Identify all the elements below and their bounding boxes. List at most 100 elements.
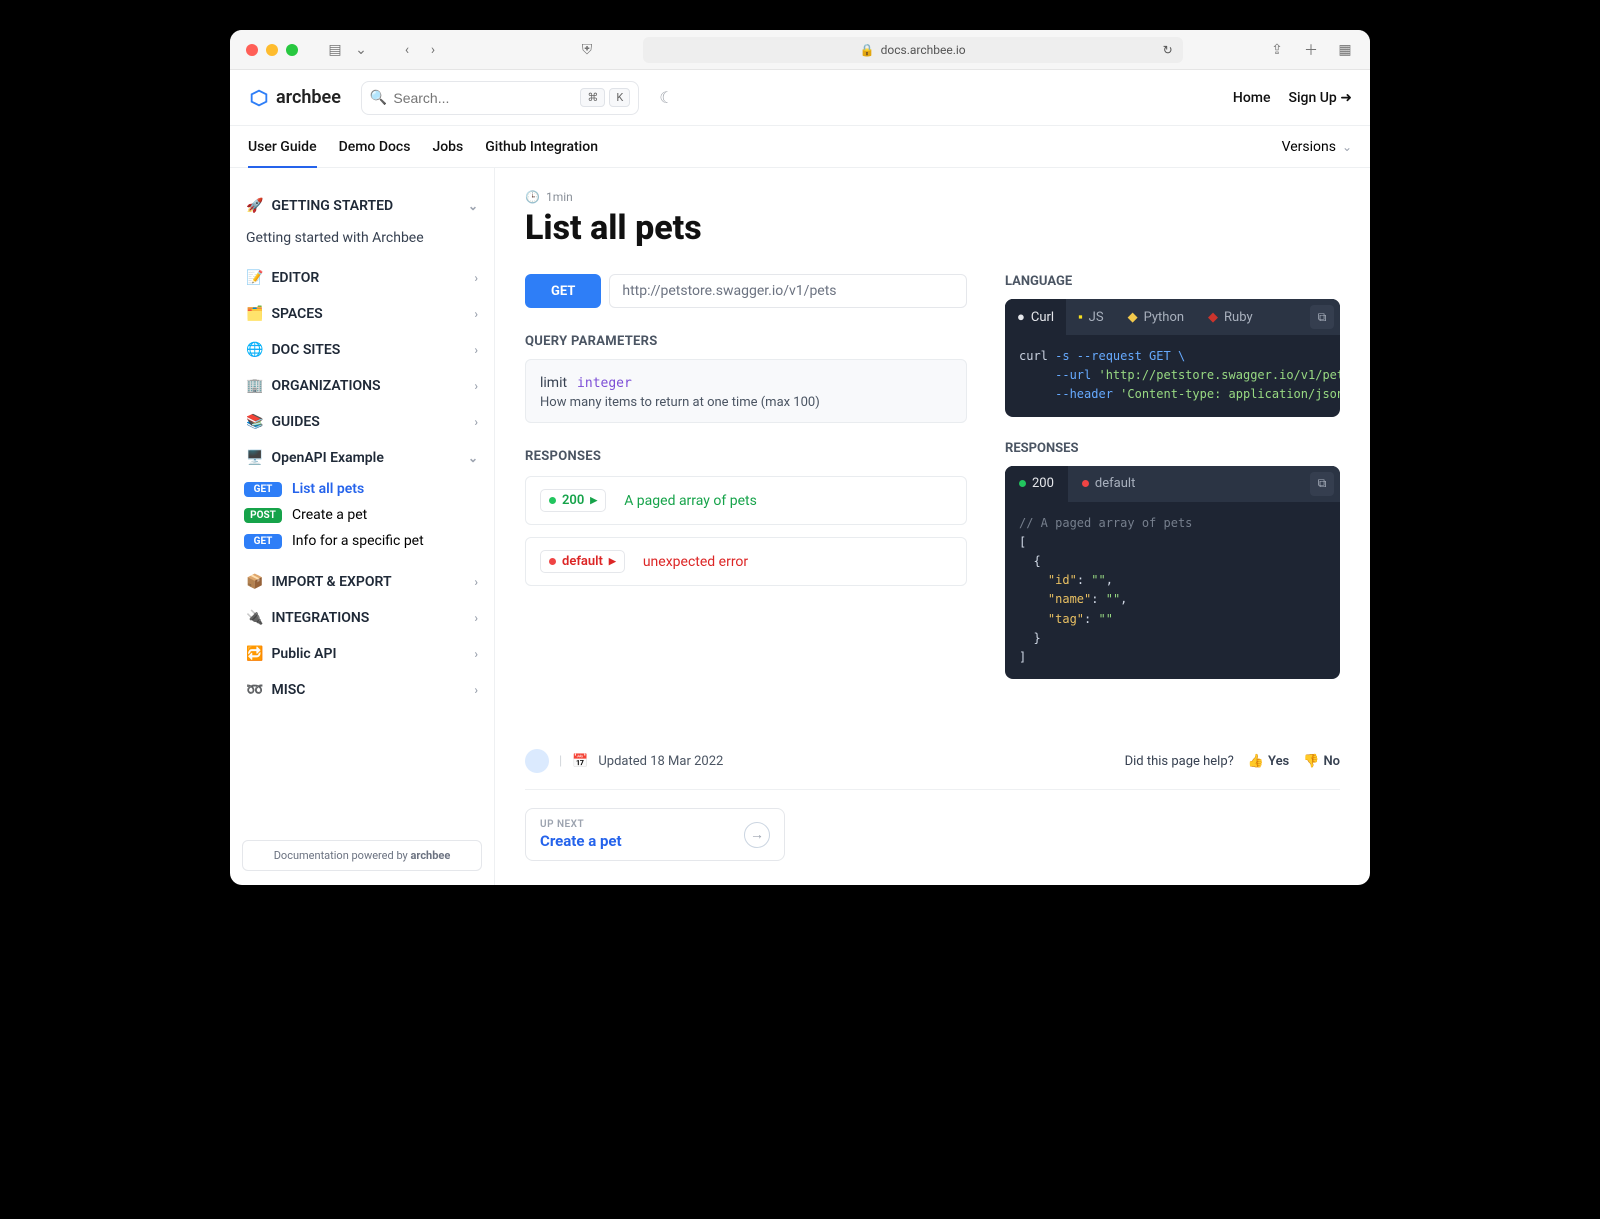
- up-next-label: UP NEXT: [540, 819, 622, 830]
- resp-tab-default[interactable]: default: [1068, 466, 1149, 502]
- sidebar-section-spaces[interactable]: 🗂️SPACES ›: [242, 296, 482, 332]
- ruby-icon: ◆: [1208, 310, 1218, 325]
- minimize-window-button[interactable]: [266, 44, 278, 56]
- chevron-right-icon: ›: [474, 307, 478, 321]
- sidebar-section-getting-started[interactable]: 🚀GETTING STARTED ⌄: [242, 188, 482, 224]
- main-content: 🕒 1min List all pets GET http://petstore…: [495, 168, 1370, 885]
- expand-icon: ▶: [590, 496, 597, 506]
- dropdown-icon[interactable]: ⌄: [352, 41, 370, 59]
- back-button[interactable]: ‹: [398, 41, 416, 59]
- search-box[interactable]: 🔍 ⌘ K: [361, 81, 639, 115]
- author-avatar[interactable]: [525, 749, 549, 773]
- status-dot-icon: [1082, 480, 1089, 487]
- lang-tab-js[interactable]: ▪JS: [1066, 299, 1116, 335]
- theme-toggle-icon[interactable]: ☾: [659, 88, 673, 107]
- copy-response-button[interactable]: ⧉: [1310, 472, 1334, 496]
- sidebar-powered-by[interactable]: Documentation powered by archbee: [242, 840, 482, 871]
- logo-text: archbee: [276, 87, 341, 108]
- feedback-no-button[interactable]: 👎No: [1303, 754, 1340, 769]
- sidebar-section-misc[interactable]: ➿MISC ›: [242, 672, 482, 708]
- responses-heading: RESPONSES: [525, 449, 967, 464]
- new-tab-icon[interactable]: ＋: [1302, 41, 1320, 59]
- calendar-icon: 📅: [572, 754, 588, 769]
- status-dot-icon: [549, 558, 556, 565]
- lang-tab-python[interactable]: ◆Python: [1116, 299, 1196, 335]
- chevron-right-icon: ›: [474, 415, 478, 429]
- response-row-200[interactable]: 200 ▶ A paged array of pets: [525, 476, 967, 525]
- nav-signup-link[interactable]: Sign Up ➜: [1289, 90, 1353, 106]
- chevron-right-icon: ›: [474, 575, 478, 589]
- feedback-yes-button[interactable]: 👍Yes: [1248, 754, 1289, 769]
- chevron-down-icon: ⌄: [1342, 140, 1352, 154]
- sidebar-section-public-api[interactable]: 🔁Public API ›: [242, 636, 482, 672]
- monitor-icon: 🖥️: [246, 450, 263, 466]
- chevron-right-icon: ›: [474, 343, 478, 357]
- close-window-button[interactable]: [246, 44, 258, 56]
- chevron-right-icon: ›: [474, 683, 478, 697]
- sidebar-section-organizations[interactable]: 🏢ORGANIZATIONS ›: [242, 368, 482, 404]
- lang-tab-curl[interactable]: ●Curl: [1005, 299, 1066, 335]
- status-dot-icon: [1019, 480, 1026, 487]
- read-time: 🕒 1min: [525, 190, 1340, 204]
- tab-demo-docs[interactable]: Demo Docs: [339, 126, 411, 167]
- tab-jobs[interactable]: Jobs: [432, 126, 463, 167]
- plug-icon: 🔌: [246, 610, 263, 626]
- shield-icon[interactable]: ⛨: [578, 41, 596, 59]
- sidebar-section-doc-sites[interactable]: 🌐DOC SITES ›: [242, 332, 482, 368]
- search-input[interactable]: [393, 90, 574, 106]
- sidebar-section-import-export[interactable]: 📦IMPORT & EXPORT ›: [242, 564, 482, 600]
- sidebar-sub-getting-started[interactable]: Getting started with Archbee: [242, 224, 482, 260]
- param-name: limit: [540, 375, 567, 391]
- chevron-down-icon: ⌄: [468, 451, 478, 465]
- box-icon: 📦: [246, 574, 263, 590]
- sidebar-toggle-icon[interactable]: ▤: [326, 41, 344, 59]
- nav-home-link[interactable]: Home: [1233, 90, 1271, 106]
- shortcut-key: ⌘: [580, 88, 605, 107]
- tab-user-guide[interactable]: User Guide: [248, 126, 317, 167]
- clock-icon: 🕒: [525, 190, 540, 204]
- search-icon: 🔍: [370, 90, 387, 106]
- resp-tab-200[interactable]: 200: [1005, 466, 1068, 502]
- up-next-card[interactable]: UP NEXT Create a pet →: [525, 808, 785, 861]
- org-icon: 🏢: [246, 378, 263, 394]
- address-bar[interactable]: 🔒 docs.archbee.io ↻: [643, 37, 1183, 63]
- response-code-block[interactable]: // A paged array of pets [ { "id": "", "…: [1005, 502, 1340, 680]
- response-row-default[interactable]: default ▶ unexpected error: [525, 537, 967, 586]
- browser-window: ▤ ⌄ ‹ › ⛨ 🔒 docs.archbee.io ↻ ⇪ ＋ ▦ arch…: [230, 30, 1370, 885]
- http-method-badge: GET: [525, 274, 601, 308]
- guides-icon: 📚: [246, 414, 263, 430]
- sidebar-section-editor[interactable]: 📝EDITOR ›: [242, 260, 482, 296]
- lang-tab-ruby[interactable]: ◆Ruby: [1196, 299, 1265, 335]
- sidebar-section-guides[interactable]: 📚GUIDES ›: [242, 404, 482, 440]
- page-footer-meta: | 📅 Updated 18 Mar 2022 Did this page he…: [525, 749, 1340, 790]
- param-desc: How many items to return at one time (ma…: [540, 395, 952, 410]
- query-params-heading: QUERY PARAMETERS: [525, 334, 967, 349]
- spaces-icon: 🗂️: [246, 306, 263, 322]
- sidebar-section-integrations[interactable]: 🔌INTEGRATIONS ›: [242, 600, 482, 636]
- method-badge: POST: [244, 508, 282, 523]
- tabs-overview-icon[interactable]: ▦: [1336, 41, 1354, 59]
- share-icon[interactable]: ⇪: [1268, 41, 1286, 59]
- reload-icon[interactable]: ↻: [1163, 43, 1173, 57]
- sidebar-api-info-pet[interactable]: GET Info for a specific pet: [242, 528, 482, 554]
- sidebar-api-list-all-pets[interactable]: GET List all pets: [242, 476, 482, 502]
- copy-code-button[interactable]: ⧉: [1310, 305, 1334, 329]
- code-block[interactable]: curl -s --request GET \ --url 'http://pe…: [1005, 335, 1340, 417]
- code-sample-card: ●Curl ▪JS ◆Python ◆Ruby ⧉ curl -s --requ…: [1005, 299, 1340, 417]
- method-badge: GET: [244, 534, 282, 549]
- editor-icon: 📝: [246, 270, 263, 286]
- curl-icon: ●: [1017, 309, 1025, 325]
- sidebar-api-create-pet[interactable]: POST Create a pet: [242, 502, 482, 528]
- maximize-window-button[interactable]: [286, 44, 298, 56]
- python-icon: ◆: [1128, 310, 1138, 325]
- globe-icon: 🌐: [246, 342, 263, 358]
- sidebar-section-openapi[interactable]: 🖥️OpenAPI Example ⌄: [242, 440, 482, 476]
- chevron-right-icon: ›: [474, 271, 478, 285]
- param-type: integer: [577, 376, 632, 391]
- language-heading: LANGUAGE: [1005, 274, 1340, 289]
- endpoint-url-input[interactable]: http://petstore.swagger.io/v1/pets: [609, 274, 967, 308]
- versions-dropdown[interactable]: Versions ⌄: [1282, 126, 1352, 167]
- forward-button[interactable]: ›: [424, 41, 442, 59]
- logo[interactable]: archbee: [248, 87, 341, 109]
- tab-github-integration[interactable]: Github Integration: [485, 126, 598, 167]
